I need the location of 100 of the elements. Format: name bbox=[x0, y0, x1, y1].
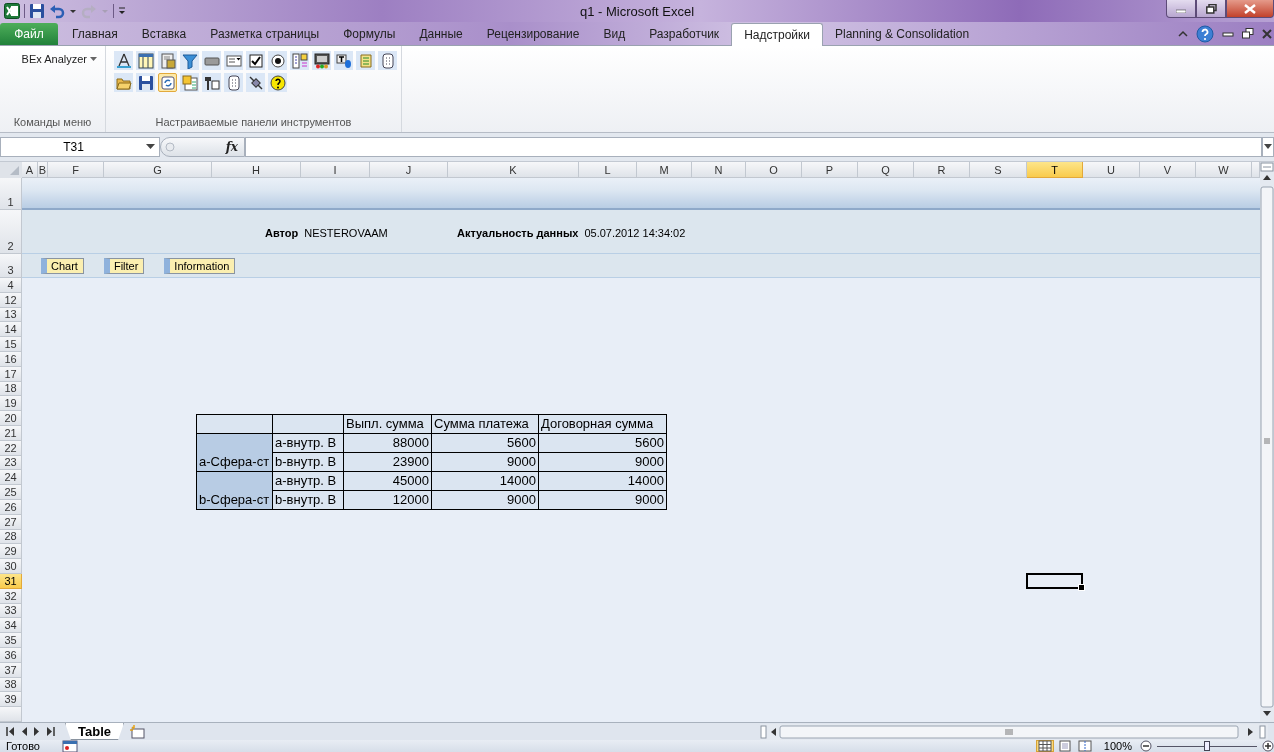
save-icon[interactable] bbox=[29, 3, 45, 19]
restore-button[interactable] bbox=[1196, 0, 1226, 18]
column-header[interactable]: Q bbox=[858, 162, 914, 178]
record-macro-icon[interactable] bbox=[62, 740, 78, 752]
row-header[interactable]: 20 bbox=[0, 411, 22, 426]
ribbon-tab[interactable]: Вставка bbox=[129, 23, 199, 45]
toolbar-button[interactable] bbox=[246, 73, 265, 92]
column-header[interactable]: N bbox=[692, 162, 746, 178]
nav-button[interactable]: Information bbox=[164, 258, 236, 274]
column-header[interactable]: O bbox=[746, 162, 802, 178]
column-header[interactable]: K bbox=[448, 162, 579, 178]
ribbon-tab[interactable]: Надстройки bbox=[731, 23, 823, 46]
ribbon-tab[interactable]: Данные bbox=[407, 23, 475, 45]
scroll-icon bbox=[357, 52, 374, 69]
column-header[interactable]: T bbox=[1027, 162, 1083, 178]
column-header[interactable]: I bbox=[301, 162, 370, 178]
column-header[interactable]: U bbox=[1083, 162, 1140, 178]
row-header[interactable]: 4 bbox=[0, 278, 22, 293]
horizontal-scrollbar[interactable] bbox=[760, 723, 1268, 740]
ribbon-tab[interactable]: Формулы bbox=[331, 23, 408, 45]
row-header[interactable]: 3 bbox=[0, 254, 22, 278]
restore-icon[interactable] bbox=[1242, 28, 1254, 39]
row-header[interactable]: 25 bbox=[0, 485, 22, 500]
ribbon-tab[interactable]: Разработчик bbox=[637, 23, 732, 45]
column-header[interactable]: R bbox=[914, 162, 970, 178]
group-label: Настраиваемые панели инструментов bbox=[154, 115, 353, 130]
dropdown-button[interactable]: BEx Analyzer bbox=[19, 52, 99, 66]
insert-function-button[interactable]: fx bbox=[225, 140, 238, 154]
row-header[interactable]: 39 bbox=[0, 692, 22, 708]
caret-icon bbox=[90, 56, 97, 62]
name-box[interactable]: T31 bbox=[0, 137, 160, 157]
ribbon-tab[interactable]: Файл bbox=[0, 23, 58, 45]
row-header[interactable]: 30 bbox=[0, 559, 22, 574]
column-header[interactable]: S bbox=[970, 162, 1027, 178]
toolbar-button[interactable] bbox=[312, 51, 331, 70]
row-header[interactable]: 19 bbox=[0, 396, 22, 412]
toolbar-button[interactable] bbox=[268, 73, 287, 92]
column-header[interactable]: G bbox=[104, 162, 212, 178]
first-sheet-icon[interactable] bbox=[6, 727, 14, 736]
collapse-ribbon-icon[interactable] bbox=[1178, 29, 1188, 38]
column-header[interactable]: P bbox=[802, 162, 858, 178]
ribbon-tab[interactable]: Разметка страницы bbox=[198, 23, 332, 45]
toolbar-button[interactable] bbox=[114, 51, 133, 70]
last-sheet-icon[interactable] bbox=[47, 727, 55, 736]
toolbar-button[interactable] bbox=[378, 51, 397, 70]
toolbar-button[interactable] bbox=[268, 51, 287, 70]
vertical-scrollbar[interactable] bbox=[1260, 162, 1274, 722]
row-header[interactable]: 35 bbox=[0, 633, 22, 648]
nav-button[interactable]: Filter bbox=[103, 258, 145, 274]
row-group-label: a-Сфера-ст bbox=[196, 433, 273, 472]
help-icon[interactable] bbox=[1196, 24, 1214, 43]
toolbar-button[interactable] bbox=[136, 73, 155, 92]
ribbon-tab[interactable]: Главная bbox=[60, 23, 130, 45]
expand-icon[interactable] bbox=[1264, 144, 1272, 150]
column-header[interactable]: A bbox=[22, 162, 38, 178]
column-header[interactable]: V bbox=[1140, 162, 1196, 178]
zoom-out-icon[interactable] bbox=[1140, 740, 1152, 752]
row-header[interactable]: 1 bbox=[0, 178, 22, 210]
help-icon bbox=[269, 74, 286, 91]
previous-sheet-icon[interactable] bbox=[21, 727, 27, 736]
column-header[interactable]: L bbox=[579, 162, 637, 178]
row-header[interactable]: 24 bbox=[0, 470, 22, 486]
ribbon-tab[interactable]: Вид bbox=[591, 23, 638, 45]
toolbar-button[interactable] bbox=[202, 73, 221, 92]
column-header[interactable]: W bbox=[1196, 162, 1252, 178]
selected-cell[interactable] bbox=[1026, 572, 1083, 589]
view-button[interactable] bbox=[1035, 740, 1054, 752]
column-header[interactable]: M bbox=[637, 162, 692, 178]
ribbon-tab[interactable]: Planning & Consolidation bbox=[822, 23, 982, 45]
column-header[interactable]: H bbox=[212, 162, 301, 178]
column-header[interactable]: J bbox=[370, 162, 448, 178]
minimize-button[interactable] bbox=[1166, 0, 1196, 18]
nav-button[interactable]: Chart bbox=[41, 258, 84, 274]
toolbar-button[interactable] bbox=[246, 51, 265, 70]
field-value: 05.07.2012 14:34:02 bbox=[584, 227, 686, 239]
zoom-in-icon[interactable] bbox=[1262, 740, 1274, 752]
close-icon[interactable] bbox=[1262, 28, 1272, 39]
row-header[interactable]: 15 bbox=[0, 337, 22, 352]
row-header[interactable]: 2 bbox=[0, 210, 22, 254]
next-sheet-icon[interactable] bbox=[34, 727, 40, 736]
toolbar-button[interactable] bbox=[224, 73, 243, 92]
insert-sheet-icon[interactable] bbox=[128, 724, 146, 739]
ribbon-tab[interactable]: Рецензирование bbox=[474, 23, 592, 45]
list-icon bbox=[291, 52, 308, 69]
toolbar-button[interactable] bbox=[334, 51, 353, 70]
row-header[interactable]: 29 bbox=[0, 544, 22, 560]
zoom-slider-thumb[interactable] bbox=[1204, 741, 1210, 751]
row-header[interactable]: 14 bbox=[0, 322, 22, 338]
undo-icon[interactable] bbox=[49, 3, 65, 19]
close-button[interactable] bbox=[1226, 0, 1274, 18]
view-button[interactable] bbox=[1075, 740, 1094, 752]
customize-caret-icon[interactable] bbox=[118, 6, 126, 16]
formula-input[interactable] bbox=[245, 137, 1262, 157]
save-icon bbox=[137, 74, 154, 91]
caret-icon bbox=[101, 7, 109, 15]
row-header[interactable]: 34 bbox=[0, 618, 22, 634]
formula-bar-handle[interactable]: fx bbox=[160, 137, 245, 157]
caret-icon[interactable] bbox=[69, 7, 77, 15]
column-header[interactable]: F bbox=[48, 162, 104, 178]
excel-logo-icon[interactable] bbox=[4, 3, 20, 19]
